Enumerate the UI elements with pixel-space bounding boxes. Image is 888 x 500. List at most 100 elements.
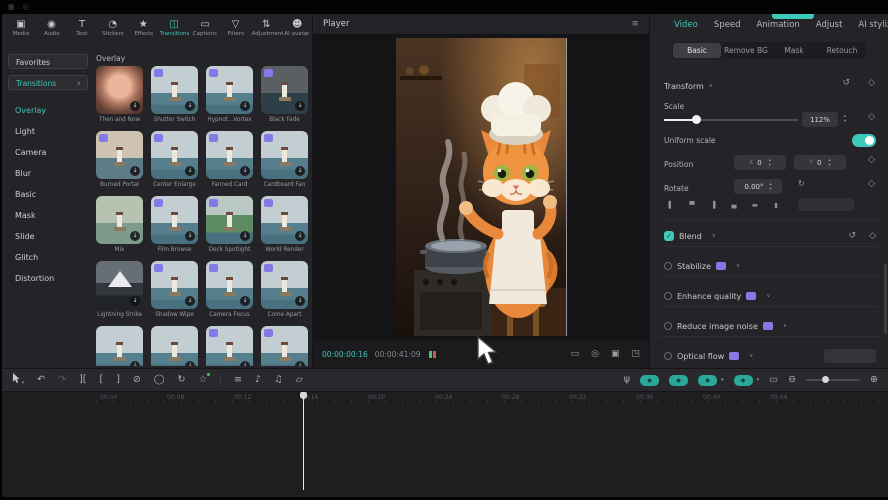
transition-item-mix[interactable]: ↓ bbox=[96, 196, 143, 244]
sidebar-item-blur[interactable]: Blur bbox=[2, 163, 90, 184]
transition-item-shutter-switch[interactable]: ↓ bbox=[151, 66, 198, 114]
transition-item-partial-19[interactable]: ↓ bbox=[261, 326, 308, 366]
sidebar-item-overlay[interactable]: Overlay bbox=[2, 100, 90, 121]
download-icon[interactable]: ↓ bbox=[130, 166, 140, 176]
align-left-button[interactable]: ▌ bbox=[664, 199, 678, 211]
delete-button[interactable]: ⊘ bbox=[133, 375, 141, 385]
scale-value-box[interactable]: 112% bbox=[802, 112, 838, 127]
transition-item-cardboard-fan[interactable]: ↓ bbox=[261, 131, 308, 179]
align-center-h-button[interactable]: ▬ bbox=[748, 199, 762, 211]
export-button-edge[interactable] bbox=[772, 14, 814, 19]
ratio-icon[interactable]: ▭ bbox=[571, 349, 580, 359]
tool-stickers[interactable]: ◔Stickers bbox=[98, 18, 128, 48]
transition-item-come-apart[interactable]: ↓ bbox=[261, 261, 308, 309]
disabled-apply-button[interactable] bbox=[824, 349, 876, 363]
tool-audio[interactable]: ◉Audio bbox=[37, 18, 67, 48]
screen-preview-button[interactable]: ▭ bbox=[769, 375, 778, 385]
tab-adjust[interactable]: Adjust bbox=[816, 20, 843, 30]
keyframe-toggle[interactable]: ◆ bbox=[698, 375, 717, 386]
scale-slider-knob[interactable] bbox=[692, 115, 701, 124]
sidebar-item-mask[interactable]: Mask bbox=[2, 205, 90, 226]
voiceover-mic-button[interactable]: ψ bbox=[624, 375, 630, 385]
sidebar-item-distortion[interactable]: Distortion bbox=[2, 268, 90, 289]
zoom-slider-knob[interactable] bbox=[822, 376, 829, 383]
tab-ai-stylize[interactable]: AI stylize bbox=[858, 20, 888, 30]
scale-keyframe-icon[interactable]: ◇ bbox=[868, 112, 875, 122]
chevron-down-icon[interactable]: ∨ bbox=[783, 323, 787, 329]
download-icon[interactable]: ↓ bbox=[240, 231, 250, 241]
download-icon[interactable]: ↓ bbox=[130, 101, 140, 111]
transition-item-hypnot-vortex[interactable]: ↓ bbox=[206, 66, 253, 114]
split-button[interactable]: ][ bbox=[79, 375, 86, 385]
tool-ai-avatar[interactable]: ☻AI avatar bbox=[282, 18, 312, 48]
rotate-dial-icon[interactable]: ↻ bbox=[798, 179, 805, 188]
tool-captions[interactable]: ▭Captions bbox=[190, 18, 220, 48]
download-icon[interactable]: ↓ bbox=[295, 361, 305, 366]
checkbox-checked[interactable]: ✓ bbox=[664, 231, 674, 241]
download-icon[interactable]: ↓ bbox=[130, 231, 140, 241]
subtab-remove-bg[interactable]: Remove BG bbox=[722, 43, 770, 58]
transform-reset-icon[interactable]: ↺ bbox=[842, 78, 850, 88]
download-icon[interactable]: ↓ bbox=[240, 296, 250, 306]
align-top-button[interactable]: ▀ bbox=[685, 199, 699, 211]
rotate-keyframe-icon[interactable]: ◇ bbox=[868, 179, 875, 189]
smart-cut-button[interactable]: ☆ bbox=[198, 375, 207, 385]
preview-area[interactable] bbox=[313, 34, 649, 340]
range-left-button[interactable]: [ bbox=[99, 375, 103, 385]
transition-item-center-enlarge[interactable]: ↓ bbox=[151, 131, 198, 179]
snap-toggle[interactable]: ◆ bbox=[734, 375, 753, 386]
align-center-v-button[interactable]: ▮ bbox=[769, 199, 783, 211]
align-right-button[interactable]: ▐ bbox=[706, 199, 720, 211]
mirror-button[interactable]: ↻ bbox=[178, 375, 186, 385]
align-extra-pill[interactable] bbox=[798, 198, 854, 211]
chevron-down-icon[interactable]: ∨ bbox=[766, 293, 770, 299]
player-menu-icon[interactable]: ≡ bbox=[631, 14, 639, 34]
mask-button[interactable]: ◯ bbox=[154, 375, 165, 385]
checkbox[interactable] bbox=[664, 352, 672, 360]
sidebar-item-light[interactable]: Light bbox=[2, 121, 90, 142]
mute-track-button[interactable]: ♪ bbox=[255, 375, 261, 385]
transition-item-world-render[interactable]: ↓ bbox=[261, 196, 308, 244]
magnetic-toggle[interactable]: ◆ bbox=[640, 375, 659, 386]
transition-item-partial-17[interactable]: ↓ bbox=[151, 326, 198, 366]
section-reset-icon[interactable]: ↺ bbox=[849, 231, 857, 241]
tool-filters[interactable]: ▽Filters bbox=[221, 18, 251, 48]
x-stepper[interactable]: ▴▾ bbox=[769, 158, 771, 167]
transition-item-shadow-wipe[interactable]: ↓ bbox=[151, 261, 198, 309]
tool-adjustment[interactable]: ⇅Adjustment bbox=[251, 18, 281, 48]
download-icon[interactable]: ↓ bbox=[185, 296, 195, 306]
timeline-zoom-slider[interactable] bbox=[806, 379, 860, 381]
download-icon[interactable]: ↓ bbox=[185, 231, 195, 241]
transition-item-film-browse[interactable]: ↓ bbox=[151, 196, 198, 244]
snapshot-icon[interactable]: ◎ bbox=[591, 349, 599, 359]
download-icon[interactable]: ↓ bbox=[295, 166, 305, 176]
quality-indicator-icon[interactable] bbox=[429, 351, 436, 358]
transition-item-fanned-card[interactable]: ↓ bbox=[206, 131, 253, 179]
grid-overlay-icon[interactable]: ▣ bbox=[611, 349, 620, 359]
checkbox[interactable] bbox=[664, 292, 672, 300]
sidebar-item-glitch[interactable]: Glitch bbox=[2, 247, 90, 268]
download-icon[interactable]: ↓ bbox=[240, 361, 250, 366]
fullscreen-icon[interactable]: ◳ bbox=[631, 349, 640, 359]
track-manager-button[interactable]: ≡ bbox=[234, 375, 242, 385]
download-icon[interactable]: ↓ bbox=[295, 296, 305, 306]
tab-video[interactable]: Video bbox=[674, 20, 698, 30]
transition-item-black-fade[interactable]: ↓ bbox=[261, 66, 308, 114]
transition-item-partial-18[interactable]: ↓ bbox=[206, 326, 253, 366]
favorites-button[interactable]: Favorites bbox=[8, 54, 88, 69]
subtab-basic[interactable]: Basic bbox=[673, 43, 721, 58]
transition-item-burned-portal[interactable]: ↓ bbox=[96, 131, 143, 179]
transitions-dropdown[interactable]: Transitions ∨ bbox=[8, 75, 88, 90]
subtab-retouch[interactable]: Retouch bbox=[818, 43, 866, 58]
scale-stepper[interactable]: ▴▾ bbox=[844, 114, 846, 123]
select-tool-button[interactable]: ▾ bbox=[12, 373, 24, 387]
chevron-down-icon[interactable]: ∨ bbox=[712, 233, 716, 239]
transition-item-partial-16[interactable]: ↓ bbox=[96, 326, 143, 366]
tab-speed[interactable]: Speed bbox=[714, 20, 741, 30]
transition-item-lightning-strike[interactable]: ↓ bbox=[96, 261, 143, 309]
transition-item-deck-spotlight[interactable]: ↓ bbox=[206, 196, 253, 244]
chevron-down-icon[interactable]: ∨ bbox=[749, 353, 753, 359]
redo-button[interactable]: ↷ bbox=[58, 375, 66, 385]
tool-media[interactable]: ▣Media bbox=[6, 18, 36, 48]
position-keyframe-icon[interactable]: ◇ bbox=[868, 155, 875, 165]
